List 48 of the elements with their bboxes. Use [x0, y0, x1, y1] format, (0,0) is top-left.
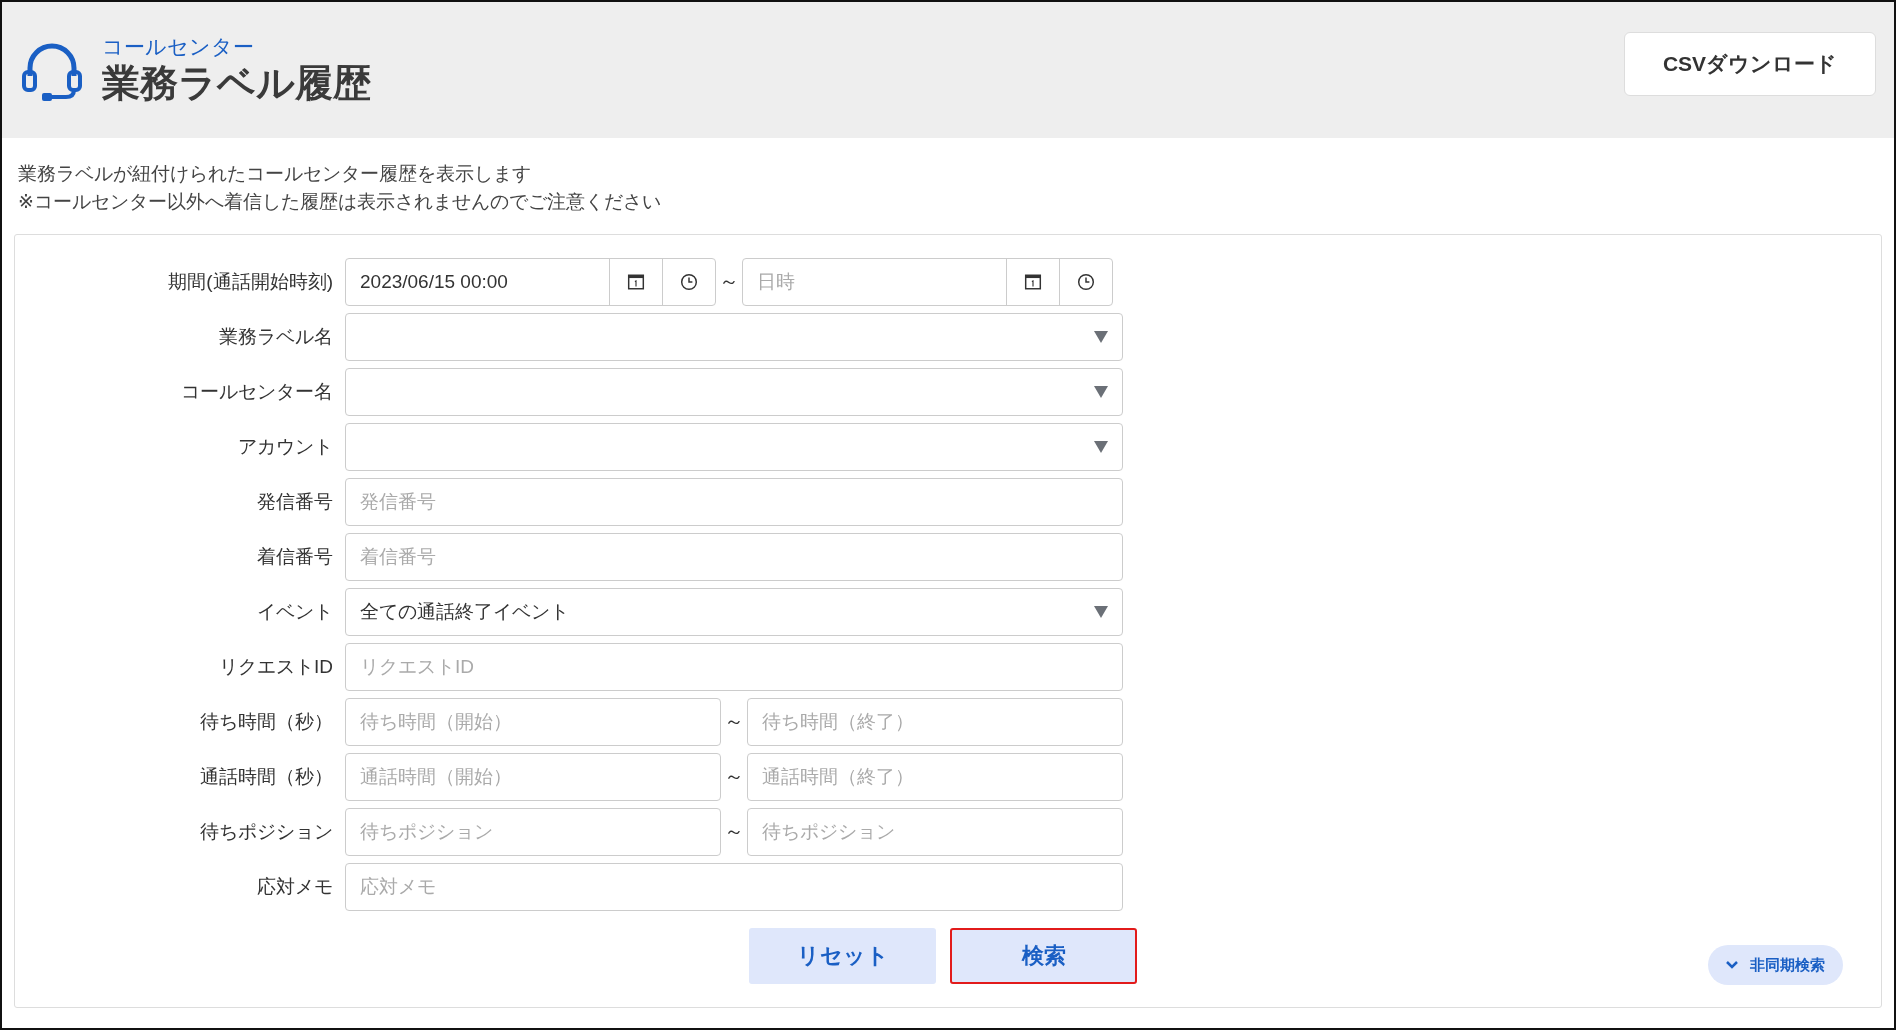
page-title: 業務ラベル履歴 [102, 61, 371, 106]
caret-icon [1094, 440, 1108, 453]
range-separator: ～ [718, 269, 740, 294]
chevron-icon [1726, 961, 1738, 969]
input-field[interactable]: 通話時間（終了） [747, 752, 1123, 801]
caret-icon [1094, 330, 1108, 343]
range-separator: ～ [723, 764, 745, 789]
caret-icon [1094, 605, 1108, 618]
field-label: 着信番号 [256, 544, 334, 569]
field-label: 期間(通話開始時刻) [167, 269, 334, 294]
field-label: コールセンター名 [180, 379, 334, 404]
csv-download-button[interactable]: CSVダウンロード [1624, 32, 1876, 96]
description-text: 業務ラベルが紐付けられたコールセンター履歴を表示します [18, 162, 532, 186]
input-field[interactable]: 待ちポジション [345, 807, 721, 856]
field-label: 通話時間（秒） [199, 764, 334, 789]
input-field[interactable]: 待ちポジション [747, 807, 1123, 856]
field-label: 待ちポジション [199, 819, 334, 844]
calendar-icon[interactable] [1024, 272, 1042, 291]
range-separator: ～ [723, 819, 745, 844]
page-subtitle: コールセンター [102, 34, 255, 60]
input-field[interactable]: リクエストID [345, 642, 1123, 691]
input-field[interactable]: 応対メモ [345, 862, 1123, 911]
select-field[interactable] [345, 422, 1123, 471]
select-field[interactable] [345, 367, 1123, 416]
action-button[interactable]: 検索 [950, 928, 1137, 984]
field-label: 応対メモ [256, 874, 334, 899]
action-button[interactable]: リセット [749, 928, 936, 984]
range-separator: ～ [723, 709, 745, 734]
clock-icon[interactable] [680, 272, 698, 291]
field-label: アカウント [237, 434, 334, 459]
datetime-field[interactable]: 2023/06/15 00:00 [345, 257, 716, 306]
input-field[interactable]: 着信番号 [345, 532, 1123, 581]
select-field[interactable]: 全ての通話終了イベント [345, 587, 1123, 636]
input-field[interactable]: 待ち時間（終了） [747, 697, 1123, 746]
field-label: 業務ラベル名 [218, 324, 334, 349]
field-label: 発信番号 [256, 489, 334, 514]
input-field[interactable]: 通話時間（開始） [345, 752, 721, 801]
calendar-icon[interactable] [627, 272, 645, 291]
input-field[interactable]: 発信番号 [345, 477, 1123, 526]
async-search-toggle[interactable]: 非同期検索 [1708, 945, 1843, 985]
field-label: リクエストID [218, 654, 334, 679]
description-text: ※コールセンター以外へ着信した履歴は表示されませんのでご注意ください [18, 190, 662, 214]
field-label: 待ち時間（秒） [199, 709, 334, 734]
select-field[interactable] [345, 312, 1123, 361]
caret-icon [1094, 385, 1108, 398]
input-field[interactable]: 待ち時間（開始） [345, 697, 721, 746]
field-label: イベント [256, 599, 334, 624]
clock-icon[interactable] [1077, 272, 1095, 291]
